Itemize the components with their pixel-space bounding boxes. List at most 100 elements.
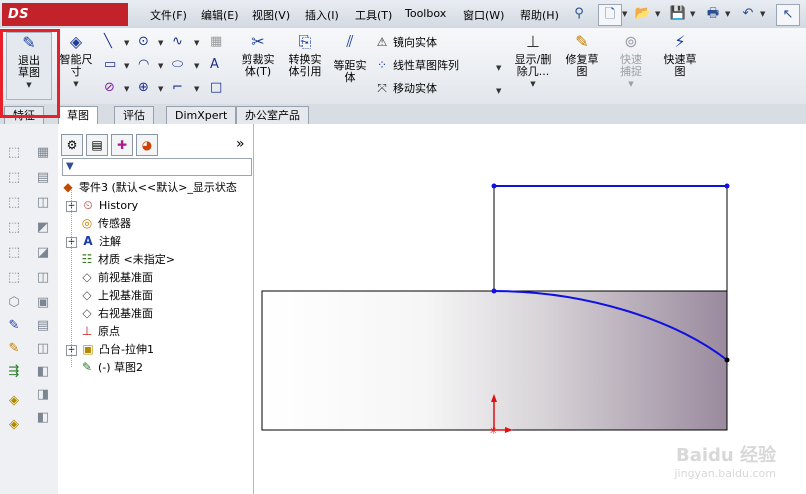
show-delete-relations-button[interactable]: ⊥ 显示/删除几... ▼ xyxy=(510,32,556,98)
menu-insert[interactable]: 插入(I) xyxy=(305,7,339,23)
table-icon[interactable]: ▦ xyxy=(34,144,52,162)
menu-window[interactable]: 窗口(W) xyxy=(463,7,504,23)
text-tool-icon[interactable]: A xyxy=(210,55,219,75)
pin-icon[interactable]: ⚲ xyxy=(568,4,590,24)
convert-entities-button[interactable]: ⎘ 转换实体引用 xyxy=(283,32,327,98)
circle-tool-icon[interactable]: ⊙ xyxy=(138,32,149,52)
save-icon[interactable]: 💾 xyxy=(667,4,689,24)
sketch-point[interactable] xyxy=(491,288,497,294)
hole-wizard-icon[interactable]: ◧ xyxy=(34,363,52,381)
model-viewport[interactable]: ✳ xyxy=(254,124,806,494)
chevron-down-icon[interactable]: ▼ xyxy=(760,10,765,18)
sketch-point[interactable] xyxy=(491,183,497,189)
polygon-tool-icon[interactable]: ⊕ xyxy=(138,78,149,98)
feature-manager-tab-icon[interactable]: ⚙ xyxy=(61,134,83,156)
chevron-down-icon[interactable]: ▼ xyxy=(158,62,163,70)
line-tool-icon[interactable]: ╲ xyxy=(104,32,112,52)
slot-tool-icon[interactable]: ⊘ xyxy=(104,78,115,98)
tree-item-right-plane[interactable]: ◇ 右视基准面 xyxy=(79,304,153,322)
configuration-manager-tab-icon[interactable]: ✚ xyxy=(111,134,133,156)
tree-root-part[interactable]: ◆ 零件3 (默认<<默认>_显示状态 xyxy=(60,178,237,196)
mirror-entities-button[interactable]: ⚠ 镜向实体 xyxy=(374,34,437,52)
chevron-down-icon[interactable]: ▼ xyxy=(622,10,627,18)
print-icon[interactable]: 🖶 xyxy=(702,4,724,24)
curves-icon[interactable]: ▤ xyxy=(34,317,52,335)
menu-help[interactable]: 帮助(H) xyxy=(520,7,559,23)
tree-item-top-plane[interactable]: ◇ 上视基准面 xyxy=(79,286,153,304)
chevron-down-icon[interactable]: ▼ xyxy=(158,85,163,93)
menu-tools[interactable]: 工具(T) xyxy=(355,7,392,23)
new-document-icon[interactable]: 🗋 xyxy=(598,4,622,26)
menu-edit[interactable]: 编辑(E) xyxy=(201,7,239,23)
display-manager-tab-icon[interactable]: ◕ xyxy=(136,134,158,156)
chevron-down-icon[interactable]: ▼ xyxy=(690,10,695,18)
tree-item-material[interactable]: ☷ 材质 <未指定> xyxy=(79,250,175,268)
chevron-down-icon[interactable]: ▼ xyxy=(496,87,501,95)
tab-sketch[interactable]: 草图 xyxy=(58,106,98,124)
tree-item-annotations[interactable]: + A 注解 xyxy=(66,232,121,250)
instant3d-icon[interactable]: ⇶ xyxy=(5,363,23,381)
expand-panel-icon[interactable]: » xyxy=(236,136,245,152)
repair-sketch-button[interactable]: ✎ 修复草图 xyxy=(560,32,604,98)
fillet-icon[interactable]: ◫ xyxy=(34,194,52,212)
select-cursor-icon[interactable]: ↖ xyxy=(776,4,800,26)
layers-icon[interactable]: ◈ xyxy=(5,416,23,434)
tree-item-front-plane[interactable]: ◇ 前视基准面 xyxy=(79,268,153,286)
chevron-down-icon[interactable]: ▼ xyxy=(655,10,660,18)
tree-item-boss-extrude[interactable]: + ▣ 凸台-拉伸1 xyxy=(66,340,154,358)
fillet-tool-icon[interactable]: ⌐ xyxy=(172,78,183,98)
chevron-down-icon[interactable]: ▼ xyxy=(124,85,129,93)
offset-entities-button[interactable]: ⫽ 等距实体 xyxy=(329,32,371,98)
pattern-feature-icon[interactable]: ◩ xyxy=(34,219,52,237)
tree-item-history[interactable]: + ⏲ History xyxy=(66,196,138,214)
layers-icon[interactable]: ◈ xyxy=(5,392,23,410)
chevron-down-icon[interactable]: ▼ xyxy=(124,39,129,47)
tab-dimxpert[interactable]: DimXpert xyxy=(166,106,237,124)
swept-boss-icon[interactable]: ⬚ xyxy=(5,194,23,212)
chevron-down-icon[interactable]: ▼ xyxy=(124,62,129,70)
3d-sketch-icon[interactable]: ✎ xyxy=(5,340,23,358)
tree-item-origin[interactable]: ⊥ 原点 xyxy=(79,322,120,340)
chevron-down-icon[interactable]: ▼ xyxy=(194,85,199,93)
chevron-down-icon[interactable]: ▼ xyxy=(158,39,163,47)
tab-evaluate[interactable]: 评估 xyxy=(114,106,154,124)
arc-tool-icon[interactable]: ◠ xyxy=(138,55,149,75)
lofted-boss-icon[interactable]: ⬚ xyxy=(5,219,23,237)
menu-file[interactable]: 文件(F) xyxy=(150,7,187,23)
sketch-point[interactable] xyxy=(724,183,730,189)
rib-icon[interactable]: ◪ xyxy=(34,244,52,262)
dome-icon[interactable]: ⬡ xyxy=(5,294,23,312)
quick-snaps-button[interactable]: ⊚ 快速捕捉 ▼ xyxy=(609,32,653,98)
menu-toolbox[interactable]: Toolbox xyxy=(405,7,446,20)
solidworks-logo[interactable]: DS SOLIDWORKS xyxy=(2,3,128,45)
graphics-area[interactable]: ✳ xyxy=(254,124,806,494)
spline-tool-icon[interactable]: ∿ xyxy=(172,32,183,52)
chevron-down-icon[interactable]: ▼ xyxy=(194,39,199,47)
linear-pattern-button[interactable]: ⁘ 线性草图阵列 xyxy=(374,57,459,75)
point-tool-icon[interactable]: □ xyxy=(210,78,222,98)
rectangle-tool-icon[interactable]: ▭ xyxy=(104,55,116,75)
trim-entities-button[interactable]: ✂ 剪裁实体(T) xyxy=(236,32,280,98)
tree-filter-input[interactable]: ▼ xyxy=(62,158,252,176)
chevron-down-icon[interactable]: ▼ xyxy=(725,10,730,18)
ellipse-tool-icon[interactable]: ⬭ xyxy=(172,55,183,75)
move-entities-button[interactable]: ⤧ 移动实体 xyxy=(374,80,437,98)
undo-icon[interactable]: ↶ xyxy=(737,4,759,24)
chevron-down-icon[interactable]: ▼ xyxy=(194,62,199,70)
rapid-sketch-button[interactable]: ⚡ 快速草图 xyxy=(658,32,702,98)
draft-icon[interactable]: ◫ xyxy=(34,269,52,287)
tree-item-sensors[interactable]: ◎ 传感器 xyxy=(79,214,131,232)
tab-office-products[interactable]: 办公室产品 xyxy=(236,106,309,124)
boundary-boss-icon[interactable]: ⬚ xyxy=(5,244,23,262)
tree-item-sketch2[interactable]: ✎ (-) 草图2 xyxy=(79,358,143,376)
sketch-icon[interactable]: ✎ xyxy=(5,317,23,335)
menu-view[interactable]: 视图(V) xyxy=(252,7,290,23)
chevron-down-icon[interactable]: ▼ xyxy=(496,64,501,72)
grid-tool-icon[interactable]: ▦ xyxy=(210,32,222,52)
smart-dimension-button[interactable]: ◈ 智能尺寸 ▼ xyxy=(54,32,98,98)
cut-icon[interactable]: ▤ xyxy=(34,169,52,187)
open-folder-icon[interactable]: 📂 xyxy=(632,4,654,24)
revolved-boss-icon[interactable]: ⬚ xyxy=(5,169,23,187)
flex-icon[interactable]: ◧ xyxy=(34,409,52,427)
mirror-feature-icon[interactable]: ◨ xyxy=(34,386,52,404)
